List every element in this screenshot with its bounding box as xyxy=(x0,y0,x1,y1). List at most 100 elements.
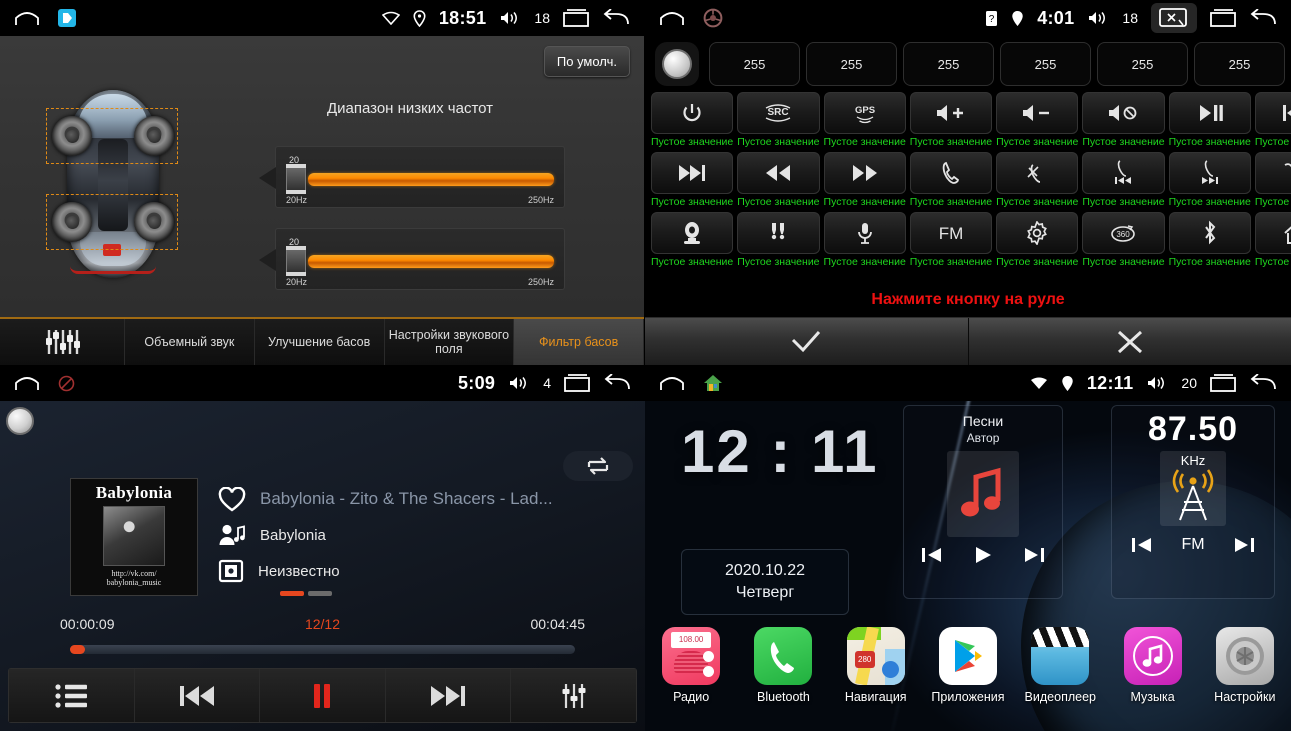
date-widget[interactable]: 2020.10.22 Четверг xyxy=(681,549,849,615)
fm-icon[interactable]: FM xyxy=(909,212,993,254)
tab-surround-sound[interactable]: Объемный звук xyxy=(125,319,255,365)
favorite-heart-icon[interactable] xyxy=(218,486,246,512)
app-bluetooth[interactable]: Bluetooth xyxy=(739,627,827,704)
swc-value[interactable]: 255 xyxy=(1000,42,1091,86)
widget-next-icon[interactable] xyxy=(1023,546,1045,564)
recents-icon[interactable] xyxy=(1210,9,1236,27)
widget-previous-icon[interactable] xyxy=(921,546,943,564)
tab-equalizer[interactable] xyxy=(0,319,125,365)
home-icon[interactable] xyxy=(14,10,40,26)
bass-slider-1[interactable]: 20 20Hz 250Hz xyxy=(259,146,565,208)
phone-hangup-icon[interactable] xyxy=(996,152,1079,194)
slider-1-handle[interactable] xyxy=(286,164,306,194)
aux-icon[interactable] xyxy=(737,212,820,254)
default-button[interactable]: По умолч. xyxy=(543,46,630,77)
swc-cell-answer-call[interactable]: Пустое значение xyxy=(909,152,993,208)
swc-cell-settings[interactable]: Пустое значение xyxy=(996,212,1079,268)
speaker-rear-right[interactable] xyxy=(134,202,174,242)
360-view-icon[interactable]: 360 xyxy=(1082,212,1165,254)
swc-cell-previous[interactable]: Пустое значение xyxy=(1254,92,1291,148)
home-icon[interactable] xyxy=(14,375,40,391)
home-icon[interactable] xyxy=(659,10,685,26)
microphone-icon[interactable] xyxy=(823,212,906,254)
swc-cell-play-pause[interactable]: Пустое значение xyxy=(1168,92,1251,148)
screenshot-icon[interactable] xyxy=(1151,3,1197,33)
slider-1-fill[interactable] xyxy=(308,172,554,186)
swc-cell-360-view[interactable]: 360 Пустое значение xyxy=(1082,212,1165,268)
next-track-icon[interactable] xyxy=(651,152,734,194)
swc-indicator-knob[interactable] xyxy=(655,42,699,86)
play-pause-icon[interactable] xyxy=(1168,92,1251,134)
phone-next-icon[interactable] xyxy=(1168,152,1251,194)
rewind-icon[interactable] xyxy=(737,152,820,194)
swc-cell-phone-prev[interactable]: Пустое значение xyxy=(1082,152,1165,208)
tab-bass-boost[interactable]: Улучшение басов xyxy=(254,319,385,365)
swc-cell-microphone[interactable]: Пустое значение xyxy=(823,212,906,268)
swc-cell-aux[interactable]: Пустое значение xyxy=(737,212,820,268)
swc-value[interactable]: 255 xyxy=(1097,42,1188,86)
swc-cell-gps[interactable]: GPS Пустое значение xyxy=(823,92,906,148)
slider-2-fill[interactable] xyxy=(308,254,554,268)
swc-cell-bluetooth[interactable]: Пустое значение xyxy=(1168,212,1251,268)
home-icon[interactable] xyxy=(1254,212,1291,254)
swc-cell-volume-up[interactable]: Пустое значение xyxy=(909,92,993,148)
recents-icon[interactable] xyxy=(563,9,589,27)
swc-cell-mute[interactable]: Пустое значение xyxy=(1082,92,1165,148)
recents-icon[interactable] xyxy=(1210,374,1236,392)
volume-mute-icon[interactable] xyxy=(1082,92,1165,134)
power-icon[interactable] xyxy=(651,92,734,134)
swc-value[interactable]: 255 xyxy=(903,42,994,86)
swc-cell-voice[interactable]: Пустое значение xyxy=(1254,152,1291,208)
gear-icon[interactable] xyxy=(996,212,1079,254)
app-radio[interactable]: 108.00 Радио xyxy=(647,627,735,704)
swc-cell-camera[interactable]: Пустое значение xyxy=(651,212,734,268)
app-navigation[interactable]: 280 Навигация xyxy=(832,627,920,704)
clock-widget[interactable]: 12 : 11 xyxy=(681,417,879,486)
camera-icon[interactable] xyxy=(651,212,734,254)
bluetooth-icon[interactable] xyxy=(1168,212,1251,254)
confirm-button[interactable] xyxy=(645,318,969,365)
swc-value[interactable]: 255 xyxy=(709,42,800,86)
previous-track-icon[interactable] xyxy=(1254,92,1291,134)
app-applications[interactable]: Приложения xyxy=(924,627,1012,704)
swc-cell-src[interactable]: SRC Пустое значение xyxy=(737,92,820,148)
phone-prev-icon[interactable] xyxy=(1082,152,1165,194)
speaker-rear-left[interactable] xyxy=(52,202,92,242)
radio-previous-icon[interactable] xyxy=(1131,536,1153,554)
voice-wave-icon[interactable] xyxy=(1254,152,1291,194)
speaker-front-right[interactable] xyxy=(134,116,174,156)
volume-down-icon[interactable] xyxy=(996,92,1079,134)
recents-icon[interactable] xyxy=(564,374,590,392)
back-icon[interactable] xyxy=(602,9,630,27)
progress-bar[interactable] xyxy=(70,645,575,654)
home-icon[interactable] xyxy=(659,375,685,391)
tab-sound-field[interactable]: Настройки звукового поля xyxy=(384,319,515,365)
playlist-button[interactable] xyxy=(9,669,135,722)
previous-button[interactable] xyxy=(134,669,261,722)
repeat-button[interactable] xyxy=(563,451,633,481)
car-speaker-diagram[interactable] xyxy=(38,84,188,284)
radio-widget[interactable]: 87.50 KHz FM xyxy=(1111,405,1275,599)
gps-icon[interactable]: GPS xyxy=(823,92,906,134)
app-settings[interactable]: Настройки xyxy=(1201,627,1289,704)
back-icon[interactable] xyxy=(1249,374,1277,392)
music-widget[interactable]: Песни Автор xyxy=(903,405,1063,599)
swc-value[interactable]: 255 xyxy=(806,42,897,86)
equalizer-button[interactable] xyxy=(511,669,636,722)
bass-slider-2[interactable]: 20 20Hz 250Hz xyxy=(259,228,565,290)
back-icon[interactable] xyxy=(603,374,631,392)
speaker-front-left[interactable] xyxy=(52,116,92,156)
phone-answer-icon[interactable] xyxy=(909,152,993,194)
src-icon[interactable]: SRC xyxy=(737,92,820,134)
swc-cell-home[interactable]: Пустое значение xyxy=(1254,212,1291,268)
swc-cell-rewind[interactable]: Пустое значение xyxy=(737,152,820,208)
launcher-house-icon[interactable] xyxy=(703,374,723,392)
slider-2-handle[interactable] xyxy=(286,246,306,276)
cancel-button[interactable] xyxy=(968,318,1291,365)
swc-cell-hangup[interactable]: Пустое значение xyxy=(996,152,1079,208)
app-badge-icon[interactable] xyxy=(58,9,76,27)
swc-cell-power[interactable]: Пустое значение xyxy=(651,92,734,148)
swc-cell-volume-down[interactable]: Пустое значение xyxy=(996,92,1079,148)
swc-cell-fast-forward[interactable]: Пустое значение xyxy=(823,152,906,208)
widget-play-icon[interactable] xyxy=(973,545,993,565)
